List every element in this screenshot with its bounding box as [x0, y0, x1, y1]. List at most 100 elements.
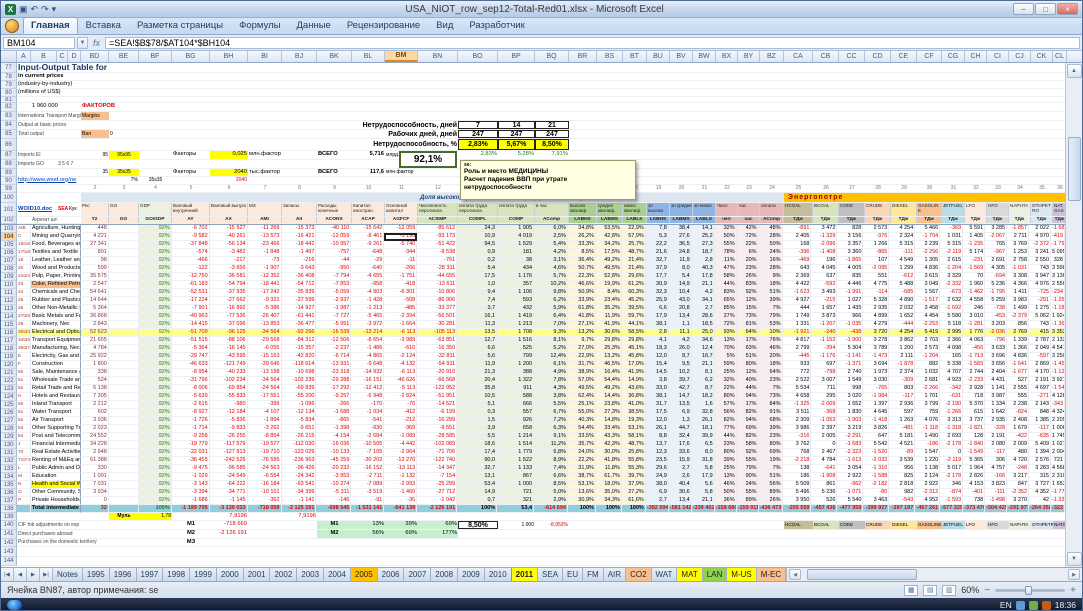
cell[interactable]: 4 658 — [783, 393, 812, 401]
cell[interactable]: 2 576 — [1029, 457, 1051, 465]
cell[interactable]: 2 405 — [783, 233, 812, 241]
cell[interactable]: 2 948 — [81, 449, 109, 457]
sheet-tab-2011[interactable]: 2011 — [512, 568, 538, 581]
cell[interactable]: 5 534 — [783, 385, 812, 393]
cell[interactable]: 92% — [139, 257, 172, 265]
cell[interactable]: 1 394 — [1029, 449, 1051, 457]
cell[interactable]: 3 799 — [915, 401, 940, 409]
cell[interactable]: 76% — [759, 337, 783, 345]
cell[interactable]: 4 923 — [940, 377, 963, 385]
cell[interactable]: -121 749 — [210, 361, 248, 369]
cell[interactable]: -93 173 — [417, 233, 457, 241]
cell[interactable]: 24,9 — [646, 473, 669, 481]
cell[interactable]: М1 — [317, 521, 352, 529]
cell[interactable]: 1 266 — [863, 241, 889, 249]
cell[interactable]: -23 318 — [316, 369, 351, 377]
cell[interactable]: 5 370 — [963, 401, 985, 409]
cell[interactable]: 2 935 — [985, 417, 1007, 425]
row-header-87[interactable]: 87 — [1, 151, 17, 160]
cell[interactable]: 432 — [497, 305, 534, 313]
cell[interactable]: 1 322 — [497, 377, 534, 385]
cell[interactable]: 23,4% — [596, 297, 622, 305]
cell[interactable]: 28% — [759, 265, 783, 273]
cell[interactable]: 100% — [139, 505, 172, 513]
cell[interactable]: 3 633 — [985, 345, 1007, 353]
cell[interactable]: 92% — [139, 321, 172, 329]
table-row[interactable]: 11427t28Basic Metals and Fabricated Meta… — [1, 313, 1065, 321]
cell[interactable] — [109, 377, 139, 385]
table-row[interactable]: 135NHealth and Social Work7 03192%-3 143… — [1, 481, 1065, 489]
cell[interactable]: 36 868 — [81, 313, 109, 321]
cell[interactable]: -1 329 — [811, 233, 837, 241]
cell[interactable]: -1 726 — [172, 417, 210, 425]
cell[interactable]: -80 — [863, 489, 889, 497]
cell[interactable]: 4,6% — [534, 265, 568, 273]
cell[interactable]: 1 708 — [497, 329, 534, 337]
column-header-BZ[interactable]: BZ — [760, 51, 784, 62]
cell[interactable]: -231 — [963, 257, 985, 265]
cell[interactable]: -15 163 — [248, 353, 282, 361]
cell[interactable]: 434 — [497, 265, 534, 273]
cell[interactable]: 0,025 — [210, 151, 248, 159]
cell[interactable]: 128 — [963, 433, 985, 441]
cell[interactable]: -865 — [316, 417, 351, 425]
cell[interactable]: 32% — [715, 377, 737, 385]
table-row[interactable]: 12964Post and Telecommunications24 55292… — [1, 433, 1065, 441]
row-header-105[interactable]: 105 — [1, 241, 17, 249]
cell[interactable]: 82% — [737, 433, 759, 441]
cell[interactable]: -10 698 — [282, 369, 317, 377]
cell[interactable]: -1 498 — [985, 497, 1007, 505]
cell[interactable]: 21,1 — [692, 361, 715, 369]
cell[interactable]: 5 466 — [915, 225, 940, 233]
cell[interactable]: 2 310 — [1051, 473, 1065, 481]
cell[interactable]: -1 118 — [915, 425, 940, 433]
cell[interactable] — [109, 281, 139, 289]
cell[interactable]: 2 467 — [811, 449, 837, 457]
cell[interactable]: -396 — [783, 249, 812, 257]
cell[interactable]: -438 — [837, 329, 863, 337]
cell[interactable]: 1 924 — [1051, 313, 1065, 321]
row-header-108[interactable]: 108 — [1, 265, 17, 273]
cell[interactable]: Total output — [17, 130, 81, 138]
cell[interactable]: 3 615 — [915, 273, 940, 281]
cell[interactable]: 599 — [81, 265, 109, 273]
cell[interactable]: 49,5% — [568, 385, 596, 393]
cell[interactable]: 61,8% — [568, 305, 596, 313]
cell[interactable]: 0 — [81, 497, 109, 505]
cell[interactable]: 13,5 — [669, 401, 692, 409]
cell[interactable]: 35 — [81, 169, 109, 176]
cell[interactable]: 6 138 — [81, 385, 109, 393]
cell[interactable]: 3 720 — [863, 329, 889, 337]
cell[interactable]: 10,9 — [457, 233, 497, 241]
cell[interactable]: 92% — [139, 273, 172, 281]
cell[interactable]: 4 153 — [963, 481, 985, 489]
cell[interactable]: -1 145 — [210, 497, 248, 505]
cell[interactable]: -56 501 — [417, 313, 457, 321]
cell[interactable]: 54,4% — [568, 425, 596, 433]
cell[interactable]: 22,9% — [568, 353, 596, 361]
cell[interactable]: 69% — [385, 530, 418, 538]
column-header-BN[interactable]: BN — [418, 51, 458, 62]
cell[interactable]: 165 — [940, 353, 963, 361]
cell[interactable]: -30 281 — [417, 321, 457, 329]
sheet-tab-MAT[interactable]: MAT — [677, 568, 702, 581]
cell[interactable]: 36,5 — [669, 241, 692, 249]
cell[interactable]: -16 892 — [210, 305, 248, 313]
cell[interactable]: -19 577 — [248, 441, 282, 449]
cell[interactable]: 5,4 — [457, 265, 497, 273]
cell[interactable]: 697 — [811, 361, 837, 369]
cell[interactable]: -2 937 — [316, 297, 351, 305]
cell[interactable]: -2 119 — [940, 249, 963, 257]
cell[interactable]: 1 973 — [863, 369, 889, 377]
cell[interactable]: 867 — [497, 473, 534, 481]
cell[interactable]: -1 071 — [837, 489, 863, 497]
cell[interactable]: 7 — [458, 121, 498, 129]
cell[interactable]: -34 399 — [282, 489, 317, 497]
cell[interactable]: 89% — [759, 489, 783, 497]
cell[interactable]: 2 550 — [1051, 281, 1065, 289]
column-header-CF[interactable]: CF — [917, 51, 942, 62]
cell[interactable]: 21,3 — [457, 369, 497, 377]
cell[interactable]: Purchases on the domestic territory — [17, 539, 81, 546]
cell[interactable]: 61 388 — [81, 457, 109, 465]
cell[interactable]: 4 076 — [915, 417, 940, 425]
